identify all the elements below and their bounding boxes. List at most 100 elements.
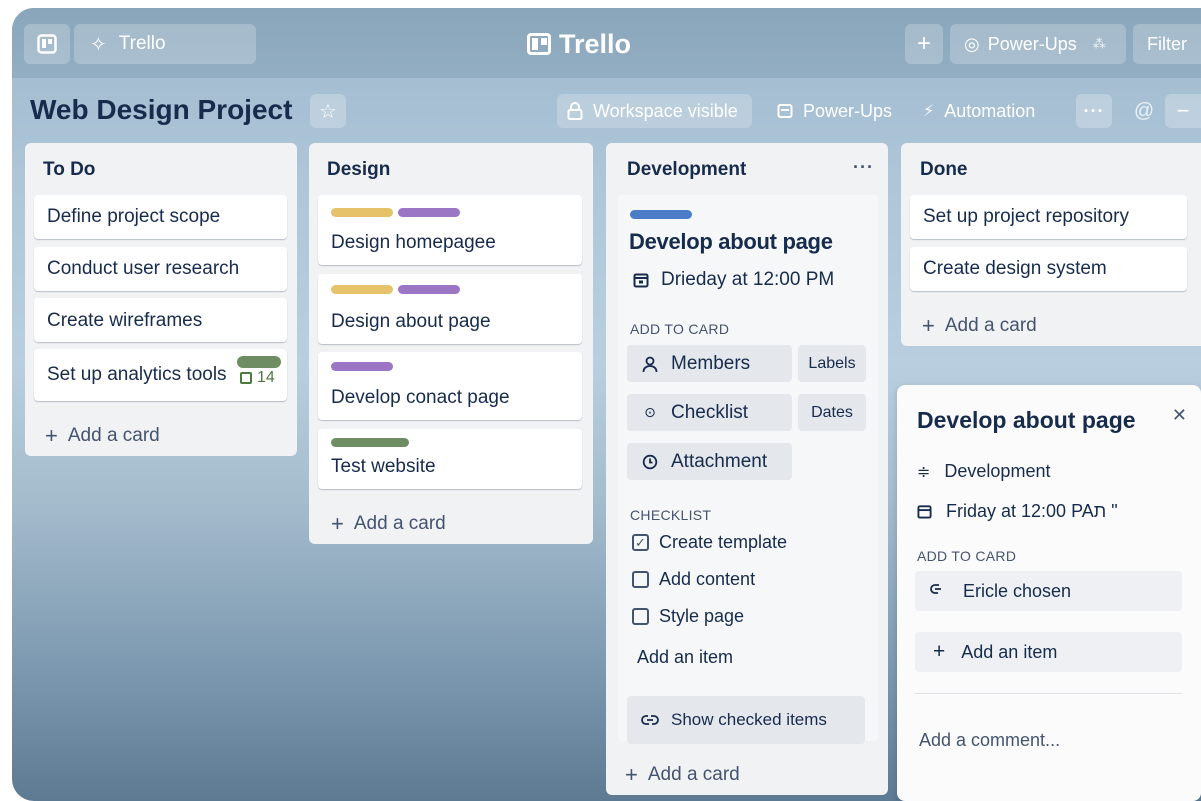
list-title[interactable]: Design	[327, 159, 390, 181]
link-icon	[929, 581, 947, 602]
star-icon: ☆	[319, 100, 337, 123]
show-checked-label: Show checked items	[671, 710, 827, 729]
chosen-button[interactable]: Ericle chosen	[915, 571, 1182, 611]
list-design: Design Design homepagee Design about pag…	[309, 143, 593, 544]
add-card-label: Add a card	[67, 425, 160, 446]
add-card-button[interactable]: + Add a card	[922, 313, 1037, 339]
card-conduct-user-research[interactable]: Conduct user research	[34, 247, 287, 291]
card-design-about-page[interactable]: Design about page	[318, 274, 582, 344]
badge-count: 14	[257, 369, 275, 386]
due-date-text: Drieday at 12:00 PM	[661, 269, 835, 290]
card-set-up-project-repository[interactable]: Set up project repository	[910, 195, 1187, 239]
card-title: Test website	[331, 456, 436, 477]
plus-icon: +	[625, 762, 638, 787]
visibility-button[interactable]: Workspace visible	[557, 94, 752, 128]
card-design-homepage[interactable]: Design homepagee	[318, 195, 582, 265]
card-set-up-analytics-tools[interactable]: Set up analytics tools 14	[34, 349, 287, 401]
attachment-button[interactable]: Attachment	[627, 443, 792, 480]
add-card-button[interactable]: + Add a card	[45, 423, 160, 449]
comment-input[interactable]: Add a comment...	[919, 730, 1060, 751]
close-button[interactable]: ✕	[1172, 405, 1187, 426]
card-test-website[interactable]: Test website	[318, 429, 582, 489]
power-ups-icon: ◎	[964, 33, 980, 54]
list-title[interactable]: To Do	[43, 159, 95, 181]
sparkle-icon: ✧	[90, 33, 107, 56]
home-button[interactable]: ✧ Trello	[74, 24, 256, 64]
plus-icon: +	[331, 511, 344, 536]
labels-button[interactable]: Labels	[798, 345, 866, 382]
plus-icon: +	[916, 30, 931, 57]
list-title[interactable]: Development	[627, 159, 746, 181]
checklist-item[interactable]: ✓ Create template	[632, 532, 787, 553]
checklist-button[interactable]: ⊙ Checklist	[627, 394, 792, 431]
add-item-button[interactable]: + Add an item	[915, 632, 1182, 672]
show-checked-button[interactable]: Show checked items	[627, 696, 865, 744]
card-develop-contact-page[interactable]: Develop conact page	[318, 352, 582, 420]
member-icon	[639, 355, 661, 373]
label-purple	[398, 208, 460, 217]
label-yellow	[331, 285, 393, 294]
more-icon: ···	[1083, 100, 1105, 121]
power-ups-button[interactable]: ◎ Power-Ups ⁂	[950, 24, 1126, 64]
boards-menu-button[interactable]	[24, 24, 70, 64]
top-bar: ✧ Trello Trello + ◎ Power-Ups ⁂ Filter	[12, 8, 1201, 78]
card-title: Set up project repository	[923, 206, 1129, 227]
due-date[interactable]: Drieday at 12:00 PM	[633, 269, 834, 291]
list-development: Development ··· Develop about page Dried…	[606, 143, 888, 795]
due-badge: 14	[240, 369, 275, 387]
star-button[interactable]: ☆	[310, 94, 346, 128]
list-done: Done Set up project repository Create de…	[901, 143, 1201, 346]
card-title: Develop conact page	[331, 387, 510, 408]
mention-button[interactable]: @	[1129, 94, 1159, 128]
checkbox-icon[interactable]	[632, 571, 649, 588]
card-create-design-system[interactable]: Create design system	[910, 247, 1187, 291]
automation-button[interactable]: ⚡︎ Automation	[923, 94, 1035, 128]
checkbox-icon[interactable]	[632, 608, 649, 625]
close-icon: ✕	[1171, 405, 1187, 425]
checklist-item[interactable]: Style page	[632, 606, 744, 627]
calendar-icon	[633, 273, 649, 288]
card-define-project-scope[interactable]: Define project scope	[34, 195, 287, 239]
add-card-button[interactable]: + Add a card	[625, 762, 740, 788]
trello-logo[interactable]: Trello	[527, 26, 631, 62]
card-title: Set up analytics tools	[47, 364, 227, 385]
create-button[interactable]: +	[905, 24, 943, 64]
list-title[interactable]: Done	[920, 159, 968, 181]
label-blue	[630, 210, 692, 219]
board-title[interactable]: Web Design Project	[30, 94, 292, 126]
add-item-label: Add an item	[961, 641, 1058, 662]
add-card-button[interactable]: + Add a card	[331, 511, 446, 537]
card-title[interactable]: Develop about page	[629, 229, 833, 255]
home-label: Trello	[118, 33, 166, 54]
panel-list-row[interactable]: ≑ Development	[917, 461, 1050, 482]
at-icon: @	[1133, 99, 1155, 122]
filter-button[interactable]: Filter	[1133, 24, 1201, 64]
calendar-icon	[240, 372, 252, 384]
automation-label: Automation	[944, 100, 1036, 121]
add-item-button[interactable]: Add an item	[637, 647, 733, 668]
members-button[interactable]: Members	[627, 345, 792, 382]
list-to-do: To Do Define project scope Conduct user …	[25, 143, 297, 456]
add-item-label: Add an item	[637, 647, 734, 667]
visibility-label: Workspace visible	[593, 100, 738, 121]
collapse-button[interactable]: −	[1165, 94, 1201, 128]
checklist-heading: CHECKLIST	[630, 507, 712, 523]
list-menu-button[interactable]: ···	[853, 157, 874, 178]
clock-icon	[639, 454, 661, 470]
board-power-ups-button[interactable]: Power-Ups	[777, 94, 892, 128]
card-title: Design about page	[331, 311, 491, 332]
add-to-card-heading: ADD TO CARD	[630, 321, 730, 337]
checklist-item-text: Add content	[659, 569, 756, 589]
panel-title[interactable]: Develop about page	[917, 407, 1136, 434]
board-more-button[interactable]: ···	[1076, 94, 1112, 128]
checklist-item[interactable]: Add content	[632, 569, 755, 590]
board-power-ups-label: Power-Ups	[803, 100, 893, 121]
panel-due-row[interactable]: Friday at 12:00 PAת "	[917, 501, 1118, 522]
panel-list-name: Development	[944, 461, 1051, 481]
card-create-wireframes[interactable]: Create wireframes	[34, 298, 287, 342]
checklist-label: Checklist	[671, 401, 749, 423]
dates-button[interactable]: Dates	[798, 394, 866, 431]
plus-icon: +	[45, 423, 58, 448]
checkbox-checked-icon[interactable]: ✓	[632, 534, 649, 551]
panel-due-text: Friday at 12:00 PAת "	[946, 501, 1118, 521]
